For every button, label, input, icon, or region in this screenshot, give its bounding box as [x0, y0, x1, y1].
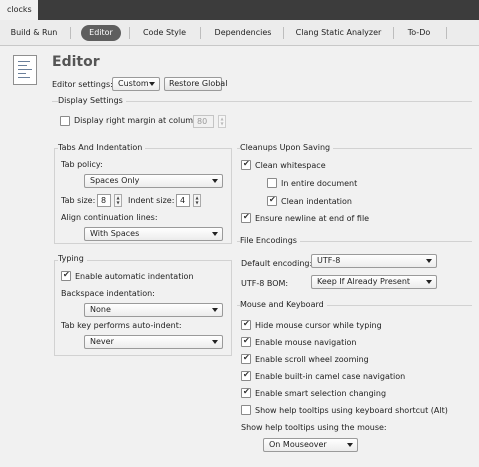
indent-size-label: Indent size:: [128, 196, 175, 205]
clean-indentation-checkbox[interactable]: [267, 195, 277, 206]
default-encoding-select[interactable]: UTF-8: [311, 254, 437, 268]
ensure-newline-checkbox[interactable]: [241, 212, 251, 223]
camel-case-checkbox[interactable]: [241, 370, 251, 381]
default-encoding-value: UTF-8: [317, 256, 341, 265]
tab-separator: [393, 27, 394, 39]
smart-selection-checkbox[interactable]: [241, 387, 251, 398]
entire-document-checkbox[interactable]: [267, 178, 277, 188]
smart-selection-label: Enable smart selection changing: [255, 389, 387, 398]
indent-size-input[interactable]: 4: [176, 194, 190, 207]
utf8-bom-label: UTF-8 BOM:: [241, 279, 289, 288]
keyboard-tooltips-checkbox[interactable]: [241, 405, 251, 415]
tab-separator: [70, 27, 71, 39]
mouse-tooltips-label: Show help tooltips using the mouse:: [241, 423, 387, 432]
chevron-down-icon: [426, 280, 432, 284]
editor-settings-value: Custom: [118, 79, 149, 88]
auto-indent-checkbox[interactable]: [61, 270, 71, 281]
align-continuation-value: With Spaces: [90, 229, 140, 238]
settings-tab-bar: Build & Run Editor Code Style Dependenci…: [0, 20, 479, 46]
tab-clang-static-analyzer[interactable]: Clang Static Analyzer: [290, 25, 387, 41]
align-continuation-select[interactable]: With Spaces: [84, 227, 223, 241]
cleanups-title: Cleanups Upon Saving: [240, 143, 334, 152]
mouse-tooltips-value: On Mouseover: [269, 440, 327, 449]
chevron-down-icon: [149, 82, 155, 86]
indent-size-stepper[interactable]: ▲ ▼: [193, 194, 201, 207]
right-margin-stepper[interactable]: ▲ ▼: [218, 115, 226, 128]
tab-key-value: Never: [90, 337, 114, 346]
utf8-bom-value: Keep If Already Present: [317, 277, 411, 286]
tab-policy-label: Tab policy:: [61, 160, 103, 169]
mouse-navigation-checkbox[interactable]: [241, 336, 251, 347]
tab-size-stepper[interactable]: ▲ ▼: [114, 194, 122, 207]
editor-settings-label: Editor settings:: [52, 80, 113, 89]
editor-settings-select[interactable]: Custom: [112, 77, 160, 91]
typing-title: Typing: [58, 254, 87, 263]
page-title: Editor: [52, 54, 100, 70]
tab-separator: [200, 27, 201, 39]
utf8-bom-select[interactable]: Keep If Already Present: [311, 275, 437, 289]
mouse-tooltips-select[interactable]: On Mouseover: [263, 438, 358, 452]
right-margin-input[interactable]: 80: [193, 115, 214, 128]
restore-global-button[interactable]: Restore Global: [164, 77, 227, 91]
tab-size-label: Tab size:: [61, 196, 96, 205]
document-tab-bar: [0, 0, 479, 20]
ensure-newline-label: Ensure newline at end of file: [255, 214, 370, 223]
tab-dependencies[interactable]: Dependencies: [210, 25, 276, 41]
chevron-down-icon: [426, 259, 432, 263]
default-encoding-label: Default encoding:: [241, 259, 313, 268]
chevron-down-icon: [347, 443, 353, 447]
mouse-navigation-label: Enable mouse navigation: [255, 338, 357, 347]
hide-cursor-label: Hide mouse cursor while typing: [255, 321, 382, 330]
clean-whitespace-checkbox[interactable]: [241, 159, 251, 170]
tab-key-select[interactable]: Never: [84, 335, 223, 349]
clean-indentation-label: Clean indentation: [281, 197, 352, 206]
keyboard-tooltips-label: Show help tooltips using keyboard shortc…: [255, 406, 448, 415]
tab-key-label: Tab key performs auto-indent:: [61, 321, 182, 330]
document-tab[interactable]: clocks: [0, 0, 38, 20]
tab-todo[interactable]: To-Do: [400, 25, 438, 41]
tab-editor[interactable]: Editor: [81, 25, 121, 41]
backspace-indent-select[interactable]: None: [84, 303, 223, 317]
backspace-indent-label: Backspace indentation:: [61, 289, 155, 298]
display-settings-title: Display Settings: [58, 96, 126, 105]
right-margin-label: Display right margin at column:: [74, 116, 201, 125]
tab-code-style[interactable]: Code Style: [137, 25, 192, 41]
tab-build-run[interactable]: Build & Run: [8, 25, 60, 41]
auto-indent-label: Enable automatic indentation: [75, 272, 194, 281]
backspace-indent-value: None: [90, 305, 111, 314]
right-margin-checkbox[interactable]: [60, 116, 70, 126]
tab-separator: [446, 27, 447, 39]
chevron-down-icon: [212, 308, 218, 312]
tab-policy-value: Spaces Only: [90, 176, 140, 185]
chevron-down-icon: [212, 340, 218, 344]
scroll-zoom-label: Enable scroll wheel zooming: [255, 355, 369, 364]
chevron-down-icon: [212, 232, 218, 236]
align-continuation-label: Align continuation lines:: [61, 213, 158, 222]
tab-separator: [129, 27, 130, 39]
hide-cursor-checkbox[interactable]: [241, 319, 251, 330]
camel-case-label: Enable built-in camel case navigation: [255, 372, 406, 381]
file-encodings-title: File Encodings: [240, 236, 300, 245]
editor-page-icon: [13, 55, 37, 85]
mouse-keyboard-title: Mouse and Keyboard: [240, 300, 327, 309]
entire-document-label: In entire document: [281, 179, 358, 188]
tab-size-input[interactable]: 8: [97, 194, 111, 207]
tab-separator: [283, 27, 284, 39]
clean-whitespace-label: Clean whitespace: [255, 161, 326, 170]
chevron-down-icon: [212, 179, 218, 183]
tabs-indentation-title: Tabs And Indentation: [58, 143, 146, 152]
tab-policy-select[interactable]: Spaces Only: [84, 174, 223, 188]
scroll-zoom-checkbox[interactable]: [241, 353, 251, 364]
